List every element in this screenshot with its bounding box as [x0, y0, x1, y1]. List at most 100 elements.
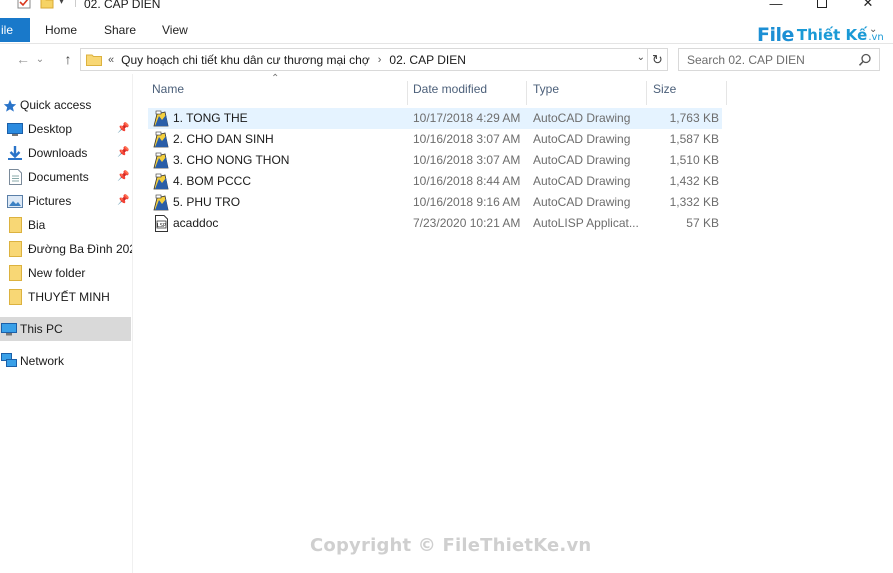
up-button[interactable]: ↑ [58, 49, 78, 69]
star-icon [1, 98, 18, 113]
file-date: 10/16/2018 3:07 AM [413, 132, 521, 146]
pin-icon[interactable]: 📌 [117, 147, 129, 158]
ribbon: ile Home Share View File Thiết Kế .vn ⌄ [0, 14, 893, 46]
minimize-button[interactable]: — [753, 0, 799, 12]
file-row[interactable]: LSP acaddoc 7/23/2020 10:21 AM AutoLISP … [148, 213, 722, 234]
file-row[interactable]: 3. CHO NONG THON 10/16/2018 3:07 AM Auto… [148, 150, 722, 171]
autolisp-file-icon: LSP [155, 215, 168, 232]
sidebar-item-label: Quick access [20, 98, 92, 112]
sidebar-item-label: Pictures [28, 194, 72, 208]
close-button[interactable]: ✕ [845, 0, 891, 12]
recent-locations-button[interactable]: ⌄ [33, 49, 47, 69]
pin-icon[interactable]: 📌 [117, 171, 129, 182]
computer-icon [0, 322, 17, 337]
file-type: AutoCAD Drawing [533, 111, 631, 125]
file-type: AutoCAD Drawing [533, 132, 631, 146]
file-name: 1. TONG THE [173, 111, 248, 125]
folder-icon [7, 240, 24, 257]
logo-name-text: Thiết Kế [796, 26, 868, 44]
file-type: AutoCAD Drawing [533, 153, 631, 167]
divider [75, 0, 76, 7]
tab-share[interactable]: Share [104, 18, 136, 42]
overflow-chevron[interactable]: « [108, 54, 114, 66]
autocad-drawing-icon [153, 110, 169, 127]
folder-icon [7, 288, 24, 305]
breadcrumb-segment[interactable]: Quy hoạch chi tiết khu dân cư thương mại… [121, 53, 370, 67]
file-date: 10/16/2018 9:16 AM [413, 195, 521, 209]
sidebar-item-duong-ba-dinh[interactable]: Đường Ba Đình 2022 [0, 238, 132, 260]
sidebar-item-bia[interactable]: Bia [0, 214, 131, 236]
sidebar-item-documents[interactable]: Documents 📌 [0, 166, 131, 188]
autocad-drawing-icon [153, 131, 169, 148]
breadcrumb-segment-current[interactable]: 02. CAP DIEN [389, 53, 465, 67]
folder-icon [7, 216, 24, 233]
column-header-date-modified[interactable]: Date modified [409, 81, 527, 105]
file-size: 1,587 KB [669, 132, 719, 146]
refresh-icon: ↻ [652, 51, 663, 67]
navigation-pane: Quick access Desktop 📌 Downloads 📌 Docum… [0, 74, 133, 573]
download-icon [6, 145, 23, 160]
desktop-icon [6, 122, 23, 137]
autocad-drawing-icon [153, 152, 169, 169]
file-type: AutoCAD Drawing [533, 174, 631, 188]
properties-icon[interactable] [17, 0, 31, 9]
pin-icon[interactable]: 📌 [117, 123, 129, 134]
search-input[interactable] [687, 52, 857, 67]
copyright-watermark: Copyright © FileThietKe.vn [310, 535, 592, 556]
back-button[interactable]: ← [13, 49, 33, 69]
tab-home[interactable]: Home [45, 18, 77, 42]
tab-file[interactable]: ile [0, 18, 30, 42]
new-folder-icon[interactable] [40, 0, 54, 9]
customize-toolbar-icon[interactable]: ▾ [59, 0, 64, 7]
sidebar-item-network[interactable]: Network [0, 350, 131, 372]
sidebar-item-quick-access[interactable]: Quick access [0, 94, 131, 116]
file-row[interactable]: 5. PHU TRO 10/16/2018 9:16 AM AutoCAD Dr… [148, 192, 722, 213]
window-title: 02. CAP DIEN [84, 0, 161, 11]
maximize-icon [817, 0, 827, 8]
maximize-button[interactable] [799, 0, 845, 12]
refresh-button[interactable]: ↻ [648, 48, 668, 71]
sidebar-item-downloads[interactable]: Downloads 📌 [0, 142, 131, 164]
sidebar-item-thuyet-minh[interactable]: THUYẾT MINH [0, 286, 131, 308]
file-row[interactable]: 4. BOM PCCC 10/16/2018 8:44 AM AutoCAD D… [148, 171, 722, 192]
file-size: 1,432 KB [669, 174, 719, 188]
sidebar-item-new-folder[interactable]: New folder [0, 262, 131, 284]
title-bar: ▾ 02. CAP DIEN — ✕ [0, 0, 893, 14]
address-bar[interactable]: « Quy hoạch chi tiết khu dân cư thương m… [80, 48, 648, 71]
chevron-down-icon: ⌄ [35, 53, 45, 65]
address-dropdown-icon[interactable]: ⌄ [637, 52, 645, 63]
sidebar-item-desktop[interactable]: Desktop 📌 [0, 118, 131, 140]
file-row[interactable]: 2. CHO DAN SINH 10/16/2018 3:07 AM AutoC… [148, 129, 722, 150]
sidebar-item-this-pc[interactable]: This PC [0, 317, 131, 341]
network-icon [0, 353, 17, 368]
file-type: AutoLISP Applicat... [533, 216, 639, 230]
sidebar-item-label: Bia [28, 218, 46, 232]
file-name: 5. PHU TRO [173, 195, 241, 209]
sidebar-item-pictures[interactable]: Pictures 📌 [0, 190, 131, 212]
search-box[interactable] [678, 48, 880, 71]
search-icon[interactable] [858, 53, 872, 67]
tab-view[interactable]: View [162, 18, 188, 42]
autocad-drawing-icon [153, 194, 169, 211]
pictures-icon [6, 194, 23, 209]
logo-file-text: File [757, 24, 794, 46]
expand-ribbon-icon[interactable]: ⌄ [869, 24, 877, 35]
file-name: 3. CHO NONG THON [173, 153, 290, 167]
sidebar-item-label: Network [20, 354, 65, 368]
sidebar-item-label: THUYẾT MINH [28, 290, 110, 304]
file-size: 1,510 KB [669, 153, 719, 167]
sidebar-item-label: Downloads [28, 146, 88, 160]
svg-text:LSP: LSP [157, 223, 166, 229]
pin-icon[interactable]: 📌 [117, 195, 129, 206]
file-row[interactable]: 1. TONG THE 10/17/2018 4:29 AM AutoCAD D… [148, 108, 722, 129]
column-header-name[interactable]: Name [148, 81, 408, 105]
breadcrumb-separator-icon[interactable]: › [378, 54, 382, 66]
file-date: 10/16/2018 8:44 AM [413, 174, 521, 188]
column-header-size[interactable]: Size [649, 81, 727, 105]
arrow-left-icon: ← [16, 51, 30, 67]
close-icon: ✕ [862, 0, 874, 10]
column-header-type[interactable]: Type [529, 81, 647, 105]
sidebar-item-label: This PC [20, 322, 63, 336]
document-icon [7, 168, 24, 185]
file-type: AutoCAD Drawing [533, 195, 631, 209]
